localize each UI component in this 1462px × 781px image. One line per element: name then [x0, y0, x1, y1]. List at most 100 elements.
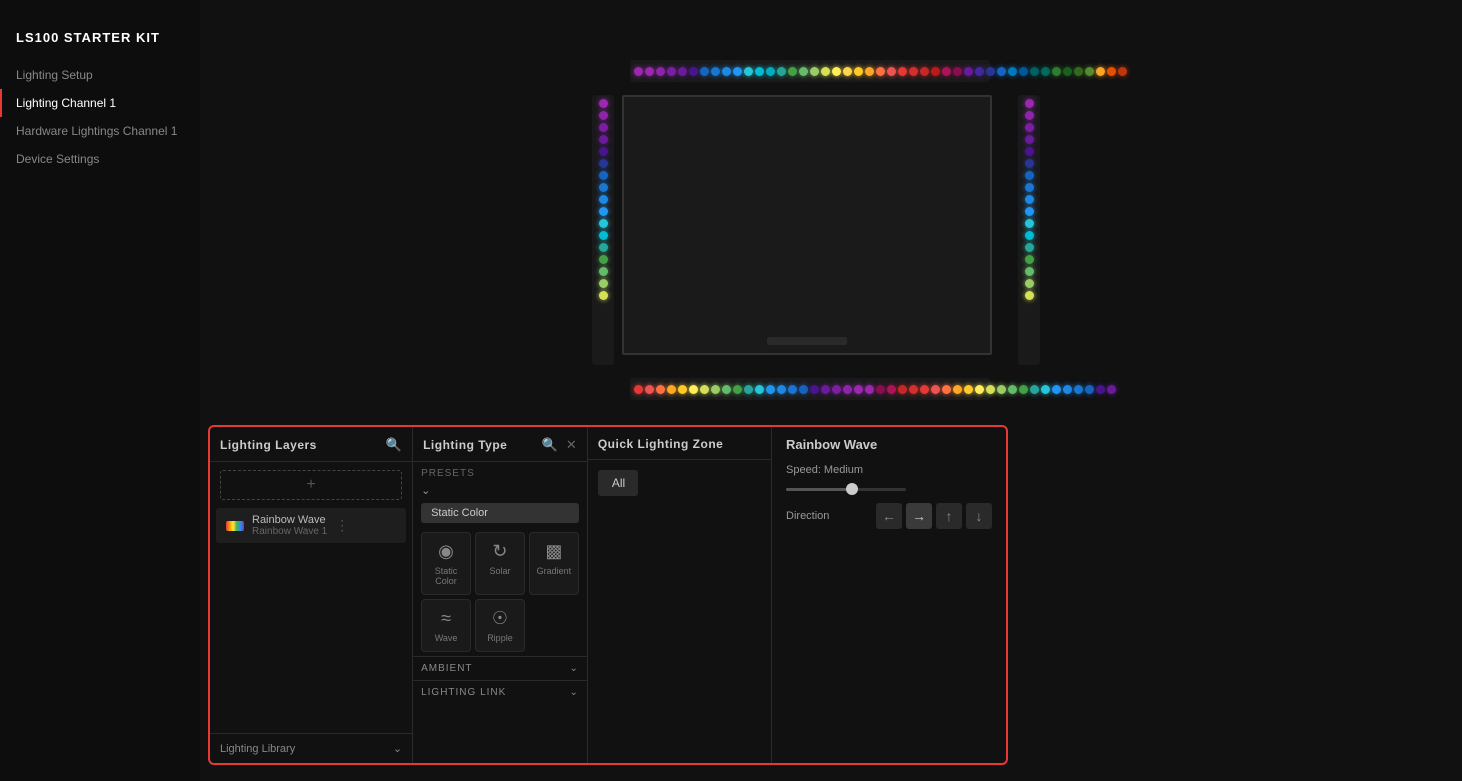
led-dot	[1025, 183, 1034, 192]
led-dot	[678, 67, 687, 76]
solar-icon: ↻	[492, 541, 507, 562]
led-dot	[599, 207, 608, 216]
led-dot	[953, 67, 962, 76]
led-dot	[986, 385, 995, 394]
sidebar-item-hardware-lightings[interactable]: Hardware Lightings Channel 1	[0, 117, 200, 145]
led-dot	[1019, 67, 1028, 76]
led-dot	[832, 385, 841, 394]
direction-row: Direction ← → ↑ ↓	[786, 503, 992, 529]
speed-slider-track[interactable]	[786, 488, 906, 491]
led-dot	[1025, 99, 1034, 108]
led-dot	[1025, 279, 1034, 288]
led-dot	[634, 67, 643, 76]
app-title: LS100 STARTER KIT	[0, 30, 200, 61]
led-dot	[1107, 67, 1116, 76]
lighting-library-footer[interactable]: Lighting Library ⌄	[210, 733, 412, 763]
lighting-type-header: Lighting Type 🔍 ✕	[413, 427, 587, 462]
led-dot	[1025, 147, 1034, 156]
led-dot	[777, 67, 786, 76]
led-dot	[942, 385, 951, 394]
led-dot	[1107, 385, 1116, 394]
led-dot	[689, 67, 698, 76]
led-dot	[722, 385, 731, 394]
speed-slider-thumb[interactable]	[846, 483, 858, 495]
led-dot	[599, 147, 608, 156]
lighting-link-section[interactable]: LIGHTING LINK ⌄	[413, 680, 587, 704]
type-wave[interactable]: ≈ Wave	[421, 599, 471, 652]
presets-section: PRESETS ⌄	[413, 462, 587, 503]
presets-dropdown[interactable]: ⌄	[421, 484, 579, 497]
led-dot	[1025, 195, 1034, 204]
led-dot	[1118, 67, 1127, 76]
type-ripple[interactable]: ☉ Ripple	[475, 599, 525, 652]
lighting-type-close-icon[interactable]: ✕	[566, 437, 577, 453]
led-dot	[810, 385, 819, 394]
led-dot	[599, 99, 608, 108]
led-dot	[1019, 385, 1028, 394]
sidebar-item-lighting-channel[interactable]: Lighting Channel 1	[0, 89, 200, 117]
bottom-panel: Lighting Layers 🔍 + Rainbow Wave Rainbow…	[208, 425, 1008, 765]
sidebar-item-lighting-setup[interactable]: Lighting Setup	[0, 61, 200, 89]
led-dot	[1025, 171, 1034, 180]
led-dot	[887, 385, 896, 394]
led-dot	[909, 67, 918, 76]
type-gradient[interactable]: ▩ Gradient	[529, 532, 579, 595]
lighting-link-chevron-icon: ⌄	[569, 687, 578, 698]
led-dot	[865, 67, 874, 76]
type-static-color[interactable]: ◉ Static Color	[421, 532, 471, 595]
dir-up-button[interactable]: ↑	[936, 503, 962, 529]
led-dot	[667, 67, 676, 76]
lighting-types-grid: ◉ Static Color ↻ Solar ▩ Gradient ≈ Wave…	[413, 528, 587, 656]
led-dot	[599, 219, 608, 228]
led-dot	[599, 171, 608, 180]
ambient-section[interactable]: AMBIENT ⌄	[413, 656, 587, 680]
direction-buttons: ← → ↑ ↓	[876, 503, 992, 529]
lighting-type-search-icon[interactable]: 🔍	[542, 437, 558, 453]
led-dot	[1008, 67, 1017, 76]
led-dot	[711, 385, 720, 394]
sidebar-item-device-settings[interactable]: Device Settings	[0, 145, 200, 173]
zone-all-button[interactable]: All	[598, 470, 638, 496]
led-dot	[843, 67, 852, 76]
layer-more-icon[interactable]: ⋮	[335, 517, 349, 534]
led-dot	[1025, 123, 1034, 132]
dir-left-button[interactable]: ←	[876, 503, 902, 529]
wave-label: Wave	[435, 633, 458, 643]
lighting-link-label: LIGHTING LINK	[421, 687, 506, 698]
add-icon: +	[306, 476, 315, 494]
led-dot	[700, 385, 709, 394]
led-dot	[634, 385, 643, 394]
led-dot	[1030, 385, 1039, 394]
dir-right-button[interactable]: →	[906, 503, 932, 529]
led-dot	[799, 67, 808, 76]
led-dot	[733, 385, 742, 394]
layer-item[interactable]: Rainbow Wave Rainbow Wave 1 ⋮	[216, 508, 406, 543]
led-dot	[766, 385, 775, 394]
led-dot	[599, 183, 608, 192]
lighting-layers-header: Lighting Layers 🔍	[210, 427, 412, 462]
led-dot	[755, 67, 764, 76]
led-strip-top	[630, 60, 990, 82]
gradient-label: Gradient	[537, 566, 572, 576]
led-dot	[887, 67, 896, 76]
led-dot	[1074, 67, 1083, 76]
led-dot	[1025, 219, 1034, 228]
lighting-layers-search-icon[interactable]: 🔍	[386, 437, 402, 453]
led-dot	[931, 385, 940, 394]
led-strip-left	[592, 95, 614, 365]
led-dot	[920, 67, 929, 76]
led-dot	[599, 111, 608, 120]
led-dot	[599, 123, 608, 132]
add-layer-button[interactable]: +	[220, 470, 402, 500]
led-dot	[645, 67, 654, 76]
led-dot	[1063, 67, 1072, 76]
quick-zone-title: Quick Lighting Zone	[598, 437, 724, 451]
type-solar[interactable]: ↻ Solar	[475, 532, 525, 595]
monitor-screen	[622, 95, 992, 355]
dir-down-button[interactable]: ↓	[966, 503, 992, 529]
led-dot	[942, 67, 951, 76]
led-dot	[821, 67, 830, 76]
static-color-icon: ◉	[438, 541, 454, 562]
led-dot	[755, 385, 764, 394]
led-dot	[1008, 385, 1017, 394]
